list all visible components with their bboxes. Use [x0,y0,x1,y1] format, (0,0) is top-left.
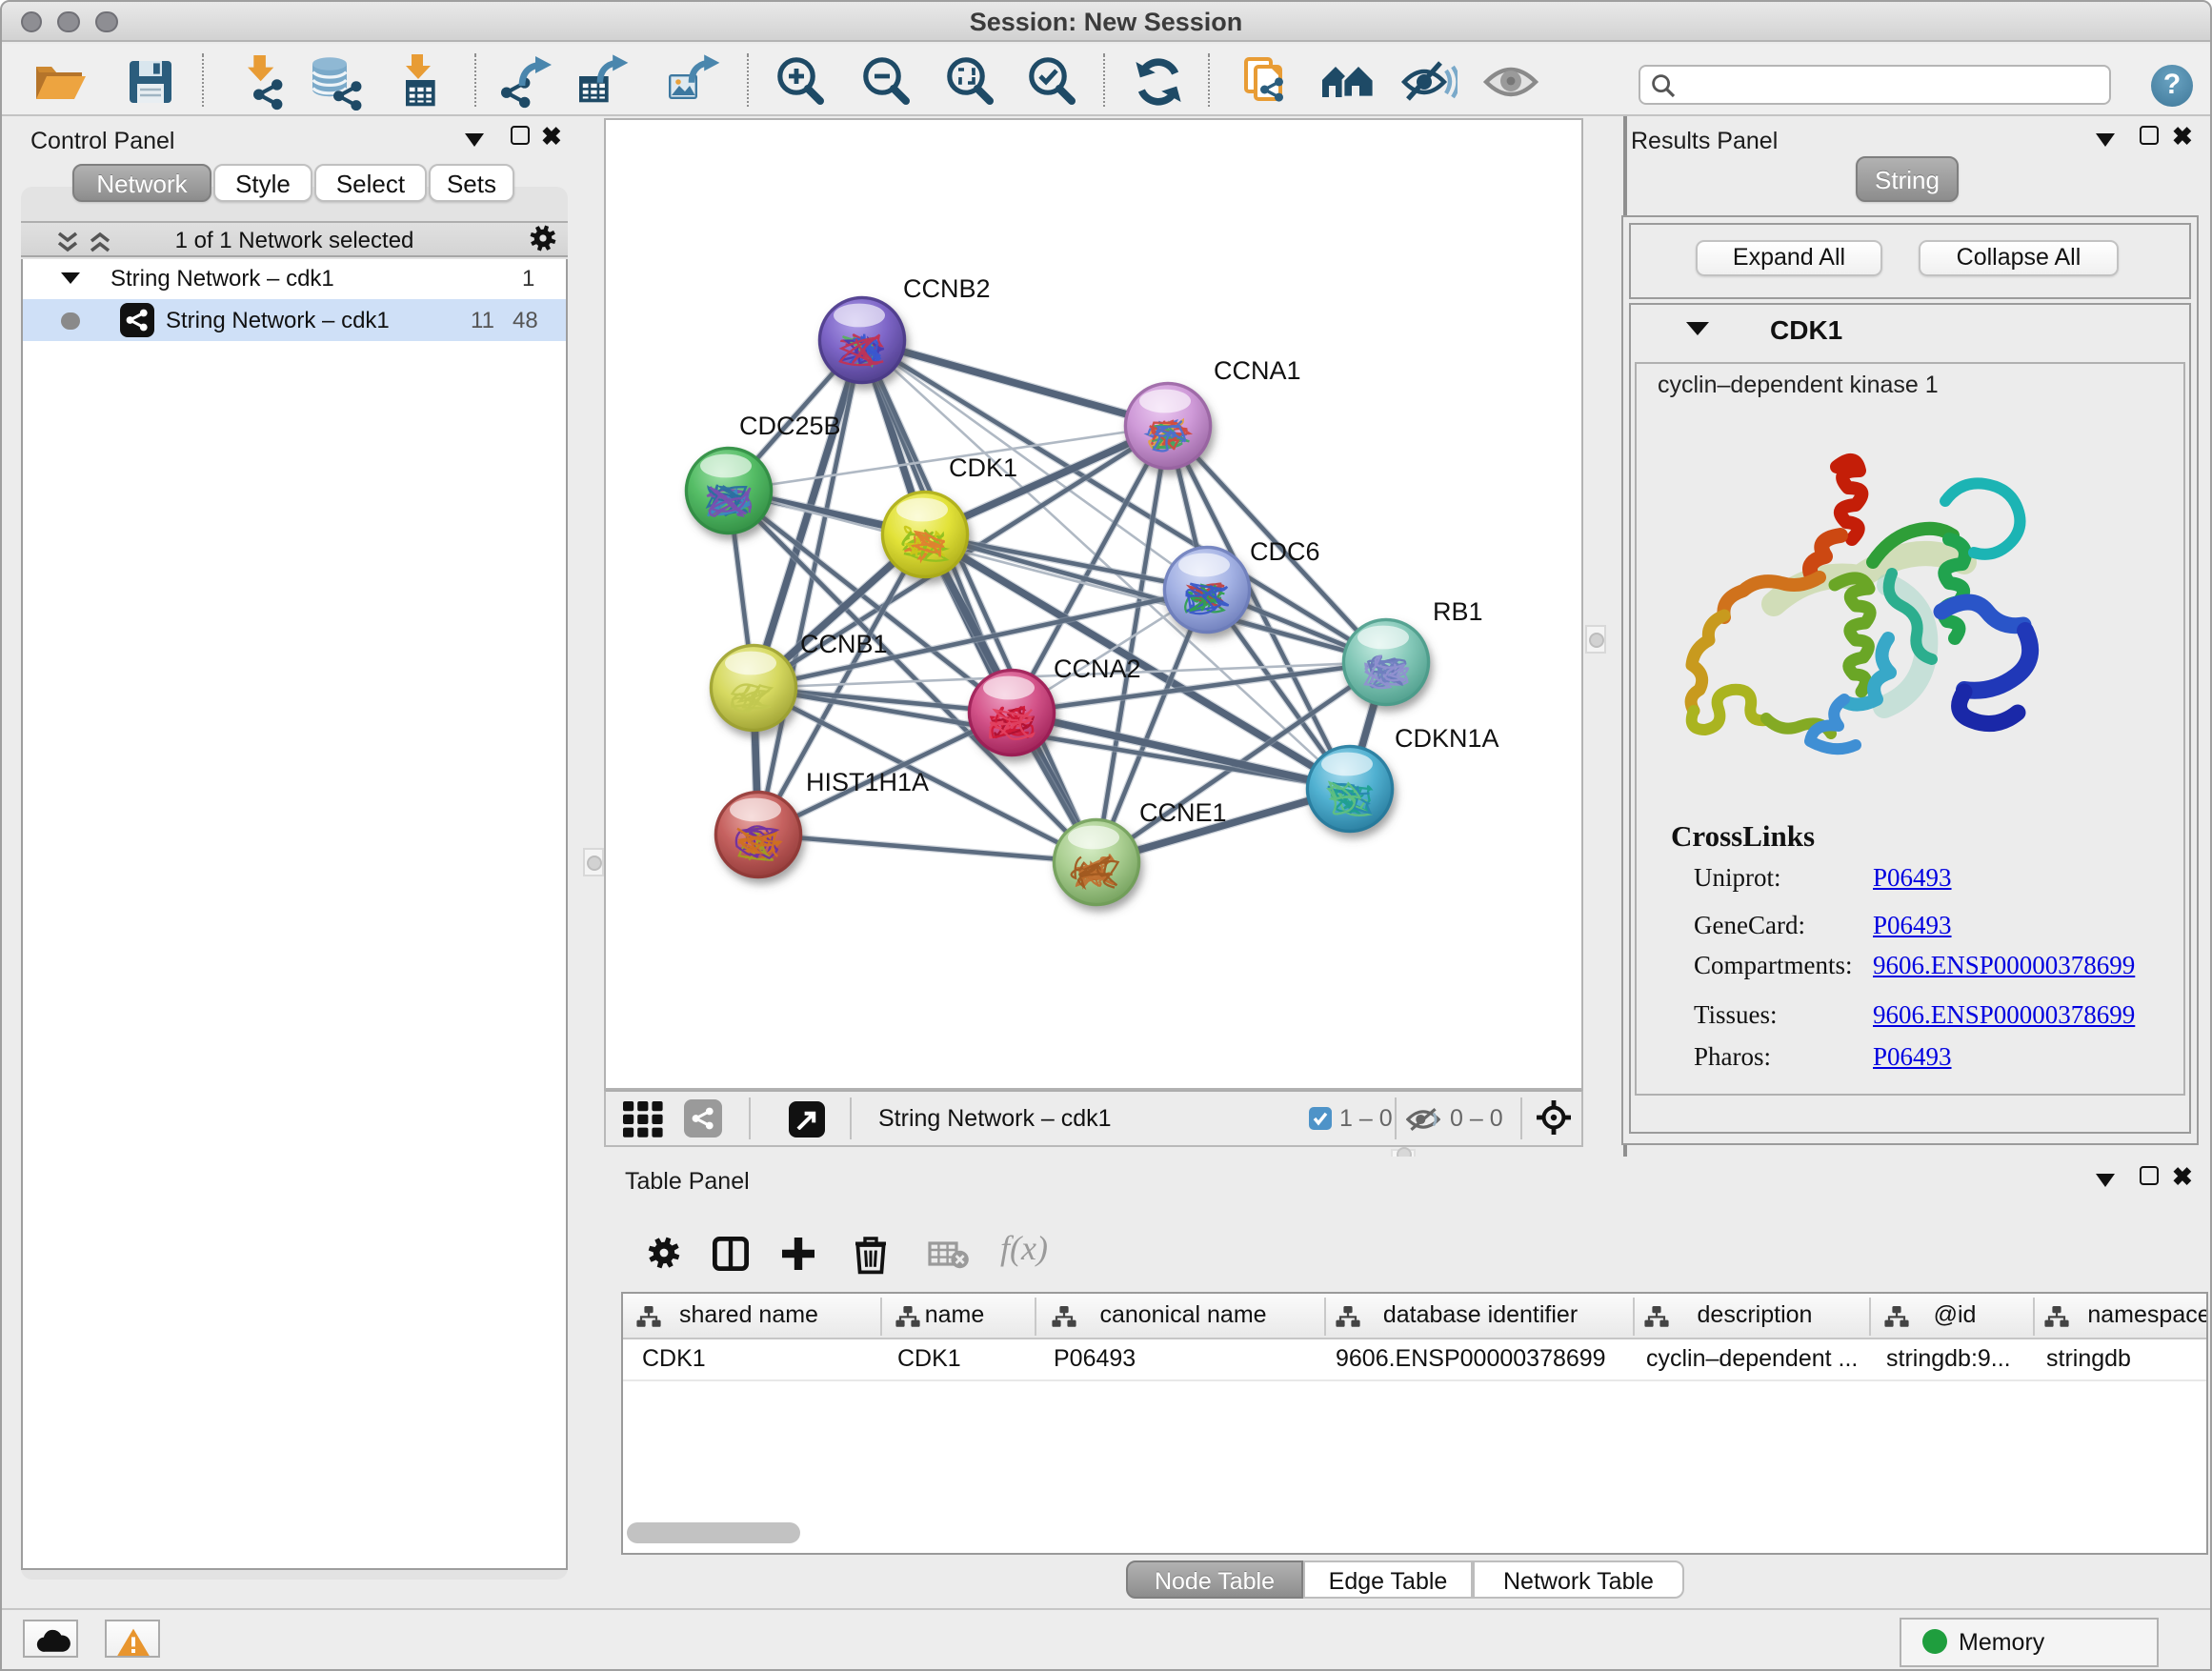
svg-text:CCNA2: CCNA2 [1054,654,1141,683]
svg-text:CCNA1: CCNA1 [1214,356,1301,385]
svg-text:CDKN1A: CDKN1A [1395,724,1499,753]
svg-text:HIST1H1A: HIST1H1A [806,768,929,796]
svg-text:CDK1: CDK1 [949,453,1017,482]
svg-text:CDC6: CDC6 [1250,537,1320,566]
svg-text:CDC25B: CDC25B [739,412,841,440]
svg-text:CCNB1: CCNB1 [800,630,888,658]
svg-text:RB1: RB1 [1433,597,1483,626]
svg-text:CCNE1: CCNE1 [1139,798,1227,827]
svg-text:CCNB2: CCNB2 [903,274,991,303]
